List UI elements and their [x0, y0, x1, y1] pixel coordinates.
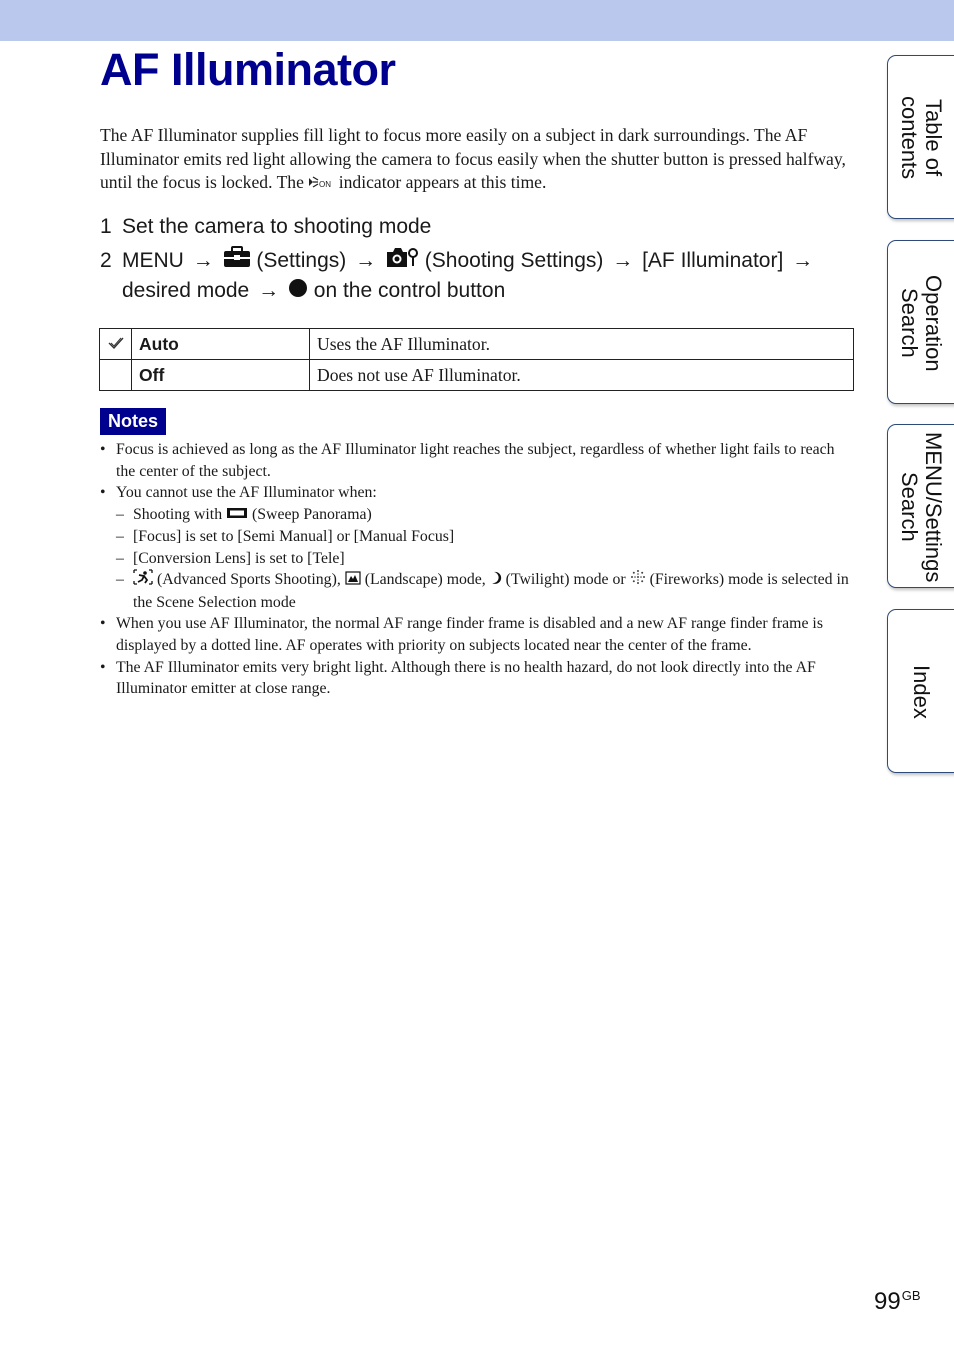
- control-button-label: on the control button: [313, 279, 506, 303]
- af-illuminator-item: [AF Illuminator]: [642, 249, 784, 272]
- sub-item: – Shooting with (Sweep Panorama): [100, 504, 855, 526]
- tab-label: Operation Search: [897, 274, 946, 372]
- af-illuminator-on-icon: ON: [308, 172, 334, 196]
- menu-label: MENU: [122, 249, 184, 272]
- bullet: •: [100, 615, 106, 633]
- bullet: •: [100, 658, 106, 676]
- twilight-icon: [490, 570, 502, 592]
- page-number: 99GB: [874, 1288, 921, 1315]
- tab-operation-search[interactable]: Operation Search: [887, 240, 954, 404]
- sub-item: – [Focus] is set to [Semi Manual] or [Ma…: [116, 527, 455, 545]
- step-1: 1 Set the camera to shooting mode: [100, 212, 860, 241]
- filled-circle-icon: [288, 277, 308, 306]
- table-row: Off Does not use AF Illuminator.: [99, 359, 854, 391]
- fireworks-icon: [630, 569, 646, 592]
- mode-description: Does not use AF Illuminator.: [309, 359, 854, 391]
- intro-paragraph: The AF Illuminator supplies fill light t…: [100, 124, 860, 196]
- checkmark-icon: [108, 334, 124, 355]
- table-row: Auto Uses the AF Illuminator.: [99, 328, 854, 360]
- shooting-settings-label: (Shooting Settings): [424, 249, 604, 272]
- landscape-icon: [345, 570, 361, 592]
- mode-name: Off: [131, 359, 310, 391]
- settings-label: (Settings): [256, 249, 347, 272]
- arrow-icon: →: [258, 279, 280, 303]
- sub-item: – (Advanced Sports Shooting), (Landscape…: [116, 569, 849, 611]
- tab-menu-settings-search[interactable]: MENU/Settings Search: [887, 424, 954, 588]
- arrow-icon: →: [612, 249, 634, 272]
- desired-mode-label: desired mode: [122, 279, 250, 303]
- toolbox-icon: [223, 246, 251, 276]
- notes-badge: Notes: [100, 408, 166, 435]
- tab-label: MENU/Settings Search: [897, 431, 946, 583]
- note-item: • When you use AF Illuminator, the norma…: [100, 615, 823, 654]
- step-number: 2: [100, 249, 112, 272]
- sweep-panorama-icon: [226, 504, 248, 526]
- mode-name: Auto: [131, 328, 310, 360]
- arrow-icon: →: [192, 249, 214, 272]
- arrow-icon: →: [355, 249, 377, 272]
- page-number-suffix: GB: [901, 1288, 921, 1303]
- bullet: •: [100, 441, 106, 458]
- step-2: 2 MENU → (Settings) → (Shooting Settings…: [100, 246, 860, 306]
- note-item: • Focus is achieved as long as the AF Il…: [100, 441, 835, 480]
- notes-list: • Focus is achieved as long as the AF Il…: [100, 439, 855, 700]
- step-number: 1: [100, 215, 112, 238]
- bullet: •: [100, 484, 106, 502]
- header-band: [0, 0, 954, 41]
- step-text: Set the camera to shooting mode: [122, 215, 432, 238]
- svg-text:ON: ON: [319, 180, 331, 189]
- tab-label: Index: [909, 665, 934, 719]
- note-item: • You cannot use the AF Illuminator when…: [100, 482, 855, 613]
- tab-table-of-contents[interactable]: Table of contents: [887, 55, 954, 219]
- camera-settings-icon: [385, 246, 419, 276]
- note-item: • The AF Illuminator emits very bright l…: [100, 658, 816, 698]
- arrow-icon: →: [792, 249, 814, 272]
- steps-list: 1 Set the camera to shooting mode 2 MENU…: [100, 212, 860, 311]
- intro-line-3: indicator appears at this time.: [338, 172, 547, 192]
- tab-label: Table of contents: [897, 96, 946, 180]
- sub-item: – [Conversion Lens] is set to [Tele]: [116, 549, 345, 567]
- modes-table: Auto Uses the AF Illuminator. Off Does n…: [99, 328, 854, 391]
- advanced-sports-icon: [133, 569, 153, 592]
- intro-line-1: The AF Illuminator supplies fill light t…: [100, 125, 750, 145]
- page-title: AF Illuminator: [100, 44, 396, 95]
- tab-index[interactable]: Index: [887, 609, 954, 773]
- mode-description: Uses the AF Illuminator.: [309, 328, 854, 360]
